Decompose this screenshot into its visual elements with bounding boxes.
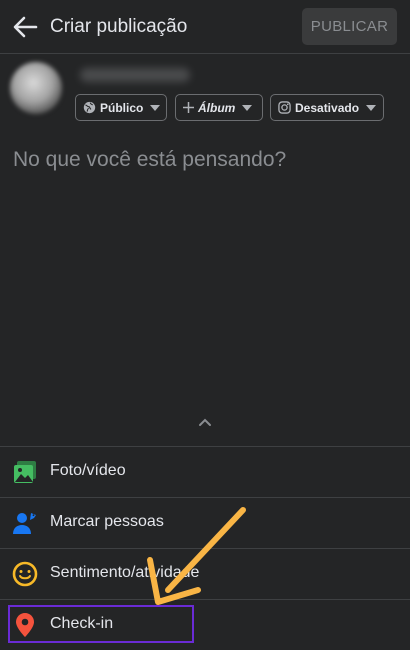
post-text-input[interactable]: No que você está pensando? [13,148,286,172]
feeling-icon [12,561,38,587]
check-in-highlight-box [8,605,194,643]
chevron-down-icon [366,104,377,111]
chevron-up-icon[interactable] [198,417,212,427]
instagram-share-selector[interactable]: Desativado [270,94,384,121]
avatar [10,62,62,114]
menu-item-photo-video[interactable]: Foto/vídeo [0,446,410,497]
chevron-down-icon [242,104,253,111]
user-name-blurred [80,68,190,82]
plus-icon [183,102,194,113]
menu-item-tag-people[interactable]: Marcar pessoas [0,497,410,548]
photo-video-icon [14,461,36,483]
menu-item-feeling-activity[interactable]: Sentimento/atividade [0,548,410,599]
page-title: Criar publicação [50,16,188,37]
back-arrow-icon[interactable] [12,15,38,39]
album-selector[interactable]: Álbum [175,94,263,121]
publish-button[interactable]: PUBLICAR [302,8,397,45]
instagram-label: Desativado [295,100,360,115]
menu-item-label: Foto/vídeo [50,462,126,479]
top-bar: Criar publicação PUBLICAR [0,0,410,54]
chevron-down-icon [150,104,161,111]
tag-people-icon [13,513,36,534]
privacy-label: Público [100,100,144,115]
album-label: Álbum [198,100,236,115]
globe-icon [83,101,96,114]
instagram-icon [278,101,291,114]
privacy-selector[interactable]: Público [75,94,167,121]
menu-item-label: Sentimento/atividade [50,564,200,581]
menu-item-label: Marcar pessoas [50,513,164,530]
